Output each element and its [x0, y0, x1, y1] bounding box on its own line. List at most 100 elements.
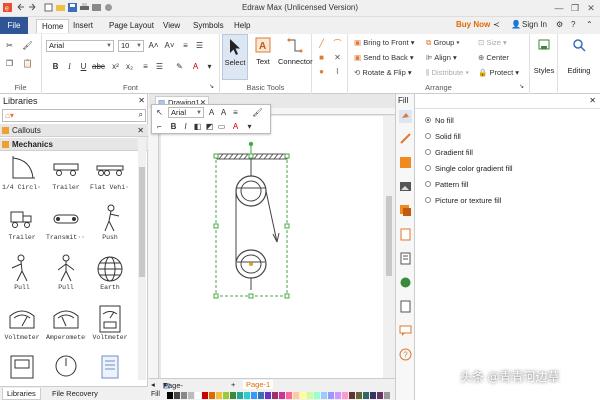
color-swatch[interactable] [342, 392, 348, 399]
collapse-ribbon-icon[interactable]: ⌃ [586, 20, 593, 29]
home-icon[interactable]: ⌂▾ [5, 111, 14, 120]
pencil-tool-icon[interactable]: ⌇ [332, 66, 343, 77]
tab-symbols[interactable]: Symbols [188, 19, 229, 33]
editing-button[interactable]: Editing [562, 36, 596, 76]
tab-file-recovery[interactable]: File Recovery [48, 388, 102, 400]
distribute-button[interactable]: ⫼ Distribute ▾ [426, 68, 469, 78]
minimize-icon[interactable]: — [552, 2, 566, 14]
tab-help[interactable]: Help [229, 19, 255, 33]
tab-libraries[interactable]: Libraries [2, 388, 41, 400]
add-page-icon[interactable]: + [231, 380, 235, 389]
attachment-panel-icon[interactable] [399, 300, 412, 313]
hyperlink-panel-icon[interactable] [399, 276, 412, 289]
font-family-select[interactable]: Arial ▼ [46, 40, 114, 52]
color-swatch[interactable] [202, 392, 208, 399]
size-button[interactable]: ⊡ Size ▾ [478, 38, 507, 47]
share-icon[interactable] [104, 3, 113, 12]
strikethrough-icon[interactable]: abc [92, 61, 105, 72]
active-page-tab[interactable]: Page-1 [243, 380, 274, 389]
line-spacing-icon[interactable]: ☰ [194, 40, 205, 51]
group-button[interactable]: ⧉ Group ▾ [426, 38, 460, 48]
tab-home[interactable]: Home [36, 19, 70, 33]
cut-icon[interactable]: ✂ [4, 40, 15, 51]
fill-option-pattern[interactable]: Pattern fill [425, 180, 468, 189]
color-swatch[interactable] [293, 392, 299, 399]
send-to-back-button[interactable]: ▣ Send to Back ▾ [354, 53, 414, 62]
color-swatch[interactable] [300, 392, 306, 399]
shape-voltmeter-2[interactable]: Voltmeter [90, 304, 130, 350]
open-icon[interactable] [56, 3, 65, 12]
align-center-icon[interactable]: ≡ [180, 40, 191, 51]
redo-icon[interactable] [28, 3, 37, 12]
help-panel-icon[interactable]: ? [399, 348, 412, 361]
shape-meter-partial-2[interactable] [46, 352, 86, 380]
color-swatch[interactable] [230, 392, 236, 399]
bring-to-front-button[interactable]: ▣ Bring to Front ▾ [354, 38, 414, 47]
copy-icon[interactable]: ❐ [4, 58, 15, 69]
export-icon[interactable] [92, 3, 101, 12]
superscript-icon[interactable]: x² [110, 61, 121, 72]
buy-now-link[interactable]: Buy Now [456, 20, 490, 29]
image-panel-icon[interactable] [399, 180, 412, 193]
color-swatch[interactable] [244, 392, 250, 399]
format-painter-icon[interactable]: 🖌 [22, 40, 33, 51]
scrollbar-thumb[interactable] [139, 167, 145, 277]
color-swatch[interactable] [286, 392, 292, 399]
shrink-font-icon[interactable]: A [218, 107, 229, 118]
color-swatch[interactable] [167, 392, 173, 399]
color-swatch[interactable] [216, 392, 222, 399]
fill-panel-icon[interactable] [399, 110, 412, 123]
share-icon[interactable]: ≺ [493, 20, 500, 29]
first-page-icon[interactable]: ◂ [151, 380, 155, 389]
shape-transmission[interactable]: Transmit··· [46, 204, 86, 250]
shadow-panel-icon[interactable] [399, 156, 412, 169]
shape-trailer[interactable]: Trailer [46, 154, 86, 200]
page-panel-icon[interactable] [399, 228, 412, 241]
line-tool-icon[interactable]: ╱ [316, 38, 327, 49]
paste-icon[interactable]: 📋 [22, 58, 33, 69]
search-icon[interactable]: ⌕ [139, 110, 143, 120]
shape-quarter-circle[interactable]: 1/4 Circl··· [2, 154, 42, 200]
settings-icon[interactable]: ⚙ [556, 20, 563, 29]
save-icon[interactable] [68, 3, 77, 12]
drawing-page[interactable] [161, 116, 383, 378]
rotate-flip-button[interactable]: ⟲ Rotate & Flip ▾ [354, 68, 412, 77]
pen-tool-icon[interactable]: ✕ [332, 52, 343, 63]
fill-option-no-fill[interactable]: No fill [425, 116, 454, 125]
protect-button[interactable]: 🔒 Protect ▾ [478, 68, 519, 77]
bold-icon[interactable]: B [50, 61, 61, 72]
data-panel-icon[interactable] [399, 252, 412, 265]
color-swatch[interactable] [272, 392, 278, 399]
polyline-tool-icon[interactable]: ⌒ [332, 38, 343, 49]
color-swatch[interactable] [384, 392, 390, 399]
comment-panel-icon[interactable] [399, 324, 412, 337]
tab-insert[interactable]: Insert [68, 19, 98, 33]
align-button[interactable]: ⊫ Align ▾ [426, 53, 457, 62]
connector-style-icon[interactable]: ⌐ [154, 121, 165, 132]
color-swatch[interactable] [335, 392, 341, 399]
underline-icon[interactable]: U [78, 61, 89, 72]
text-highlight-icon[interactable]: ✎ [174, 61, 185, 72]
tab-page-layout[interactable]: Page Layout [104, 19, 159, 33]
shape-trailer-truck[interactable]: Trailer [2, 204, 42, 250]
grow-font-icon[interactable]: A˄ [148, 40, 159, 51]
color-swatch[interactable] [314, 392, 320, 399]
color-swatch[interactable] [328, 392, 334, 399]
more-options-icon[interactable]: ▾ [244, 121, 255, 132]
ellipse-tool-icon[interactable]: ● [316, 66, 327, 77]
color-swatch[interactable] [237, 392, 243, 399]
undo-icon[interactable] [16, 3, 25, 12]
color-swatch[interactable] [223, 392, 229, 399]
category-callouts[interactable]: Callouts ✕ [0, 124, 148, 137]
format-painter-icon[interactable]: 🖌 [252, 107, 263, 118]
shape-push[interactable]: Push [90, 204, 130, 250]
text-format-dropdown-icon[interactable]: ▾ [204, 61, 215, 72]
sign-in-link[interactable]: Sign In [522, 20, 547, 29]
fill-icon[interactable]: ◩ [204, 121, 215, 132]
align-icon[interactable]: ≡ [230, 107, 241, 118]
scrollbar-thumb[interactable] [386, 196, 392, 276]
styles-button[interactable]: Styles [532, 36, 556, 76]
color-swatch[interactable] [265, 392, 271, 399]
close-category-icon[interactable]: ✕ [137, 124, 144, 137]
shape-pull-2[interactable]: Pull [46, 254, 86, 300]
